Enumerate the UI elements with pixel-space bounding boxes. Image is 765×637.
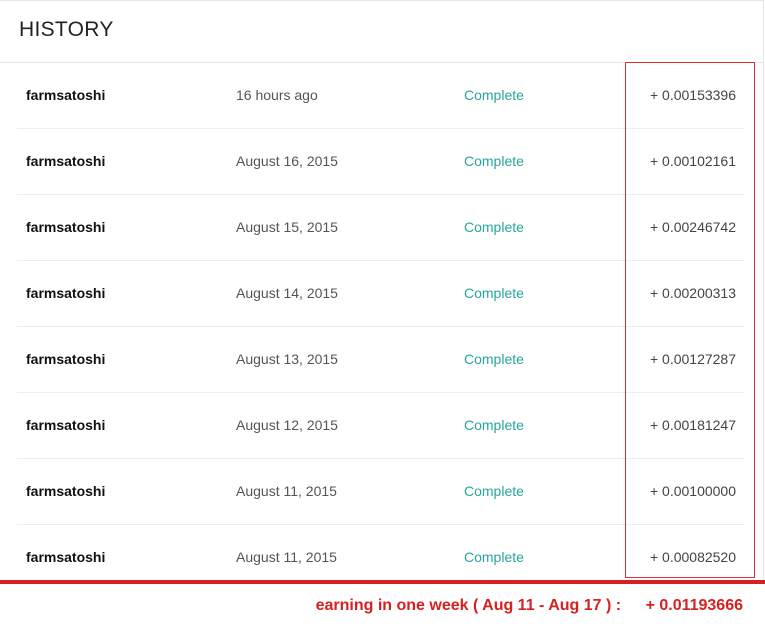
row-date: August 13, 2015 [236, 351, 338, 367]
row-status: Complete [464, 219, 524, 235]
row-amount: + 0.00100000 [649, 483, 736, 499]
summary-label: earning in one week ( Aug 11 - Aug 17 ) … [315, 597, 622, 614]
row-status: Complete [464, 417, 524, 433]
table-row[interactable]: farmsatoshi August 12, 2015 Complete + 0… [17, 393, 744, 459]
row-status: Complete [464, 87, 524, 103]
row-amount: + 0.00246742 [649, 219, 736, 235]
history-list: farmsatoshi 16 hours ago Complete + 0.00… [17, 63, 744, 590]
page-title: HISTORY [19, 18, 114, 41]
table-row[interactable]: farmsatoshi August 15, 2015 Complete + 0… [17, 195, 744, 261]
row-amount: + 0.00153396 [649, 87, 736, 103]
row-user: farmsatoshi [26, 219, 106, 235]
row-user: farmsatoshi [26, 417, 106, 433]
history-header: HISTORY [0, 1, 763, 63]
weekly-earnings-summary: earning in one week ( Aug 11 - Aug 17 ) … [316, 597, 743, 615]
row-user: farmsatoshi [26, 87, 106, 103]
annotation-divider [0, 580, 765, 584]
row-date: 16 hours ago [236, 87, 318, 103]
row-status: Complete [464, 351, 524, 367]
row-date: August 16, 2015 [236, 153, 338, 169]
row-user: farmsatoshi [26, 153, 106, 169]
table-row[interactable]: farmsatoshi 16 hours ago Complete + 0.00… [17, 63, 744, 129]
history-panel: HISTORY farmsatoshi 16 hours ago Complet… [0, 0, 764, 581]
row-date: August 14, 2015 [236, 285, 338, 301]
row-date: August 15, 2015 [236, 219, 338, 235]
table-row[interactable]: farmsatoshi August 14, 2015 Complete + 0… [17, 261, 744, 327]
row-amount: + 0.00200313 [649, 285, 736, 301]
row-user: farmsatoshi [26, 351, 106, 367]
row-amount: + 0.00127287 [649, 351, 736, 367]
table-row[interactable]: farmsatoshi August 11, 2015 Complete + 0… [17, 459, 744, 525]
row-amount: + 0.00102161 [649, 153, 736, 169]
row-amount: + 0.00181247 [649, 417, 736, 433]
table-row[interactable]: farmsatoshi August 16, 2015 Complete + 0… [17, 129, 744, 195]
row-date: August 11, 2015 [236, 483, 337, 499]
row-date: August 12, 2015 [236, 417, 338, 433]
row-status: Complete [464, 153, 524, 169]
row-status: Complete [464, 285, 524, 301]
summary-total: + 0.01193666 [645, 597, 743, 614]
row-user: farmsatoshi [26, 483, 106, 499]
table-row[interactable]: farmsatoshi August 13, 2015 Complete + 0… [17, 327, 744, 393]
row-status: Complete [464, 483, 524, 499]
row-user: farmsatoshi [26, 285, 106, 301]
